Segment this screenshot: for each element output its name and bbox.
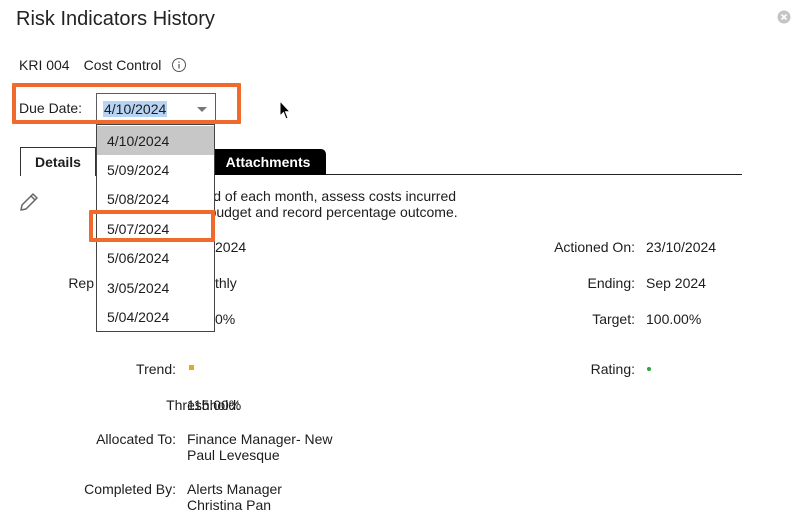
close-icon[interactable] [776, 9, 792, 25]
allocated-line: Finance Manager- New [187, 431, 333, 447]
due-date-option[interactable]: 5/09/2024 [97, 155, 214, 184]
description-line: nst budget and record percentage outcome… [186, 204, 458, 220]
tab-details[interactable]: Details [20, 147, 96, 176]
target-value: 100.00% [646, 311, 702, 327]
due-date-option[interactable]: 4/10/2024 [97, 126, 214, 155]
rating-indicator [647, 367, 651, 371]
allocated-label: Allocated To: [96, 431, 176, 447]
completed-label: Completed By: [84, 481, 176, 497]
completed-line: Christina Pan [187, 497, 272, 513]
allocated-line: Paul Levesque [187, 447, 280, 463]
due-date-option[interactable]: 5/06/2024 [97, 243, 214, 272]
target-label: Target: [592, 311, 635, 327]
left-field-value: 0% [215, 311, 236, 327]
actioned-value: 23/10/2024 [646, 239, 717, 255]
kri-code: KRI 004 [19, 57, 70, 73]
info-icon[interactable] [171, 57, 187, 73]
due-date-highlight [12, 83, 241, 124]
due-date-option[interactable]: 5/04/2024 [97, 302, 214, 331]
tab-attachments[interactable]: Attachments [210, 149, 326, 175]
option-highlight [89, 210, 215, 242]
threshold-value: 115.00% [187, 397, 242, 413]
description-line: e end of each month, assess costs incurr… [186, 188, 457, 204]
trend-label: Trend: [136, 361, 176, 377]
left-field-value: 2024 [215, 239, 247, 255]
allocated-value: Finance Manager- New Paul Levesque [187, 431, 333, 463]
window-title: Risk Indicators History [16, 8, 215, 30]
mouse-cursor-icon [279, 100, 292, 120]
reporting-value: thly [215, 275, 237, 291]
kri-name: Cost Control [83, 57, 162, 73]
completed-value: Alerts Manager Christina Pan [187, 481, 282, 513]
kri-description: e end of each month, assess costs incurr… [186, 188, 516, 220]
reporting-label: Rep [68, 275, 94, 291]
completed-line: Alerts Manager [187, 481, 282, 497]
due-date-option[interactable]: 5/08/2024 [97, 184, 214, 213]
ending-label: Ending: [587, 275, 635, 291]
trend-indicator [189, 365, 194, 370]
due-date-option[interactable]: 3/05/2024 [97, 273, 214, 302]
pencil-icon[interactable] [18, 191, 40, 213]
ending-value: Sep 2024 [646, 275, 706, 291]
rating-label: Rating: [590, 361, 635, 377]
actioned-label: Actioned On: [554, 239, 635, 255]
kri-header: KRI 004 Cost Control [19, 57, 187, 73]
